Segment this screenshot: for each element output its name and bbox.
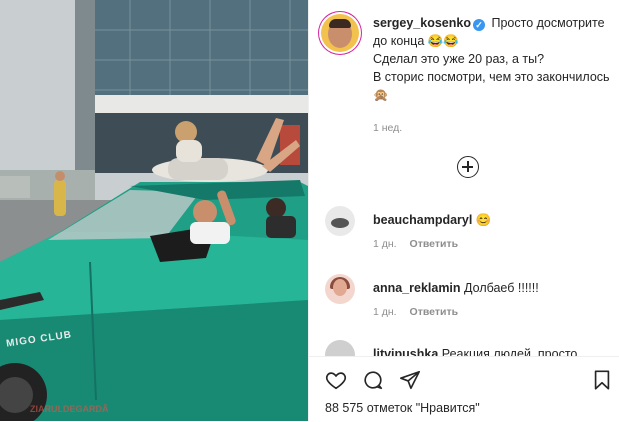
- comment-text: beauchampdaryl 😊: [373, 212, 491, 228]
- add-comments-icon[interactable]: [457, 156, 479, 178]
- author-avatar[interactable]: [321, 14, 359, 52]
- post-time[interactable]: 1 нед.: [373, 122, 402, 134]
- watermark-logo: ZIARULDEGARDĂ: [30, 404, 109, 414]
- comment-time[interactable]: 1 дн.: [373, 238, 397, 250]
- comment-body: Долбаеб !!!!!!: [464, 281, 539, 295]
- reply-button[interactable]: Ответить: [410, 238, 459, 250]
- comment-icon[interactable]: [362, 369, 384, 391]
- likes-count[interactable]: 88 575 отметок "Нравится": [325, 401, 480, 415]
- bookmark-icon[interactable]: [591, 369, 613, 391]
- caption-text: sergey_kosenko ✓ Просто досмотрите до кон…: [373, 14, 611, 104]
- caption-line-3: В сторис посмотри, чем это закончилось 🙊: [373, 70, 610, 102]
- comment-body: 😊: [475, 213, 492, 227]
- comment-meta: 1 дн. Ответить: [373, 306, 458, 318]
- comment-username[interactable]: anna_reklamin: [373, 281, 461, 295]
- verified-icon: ✓: [472, 19, 485, 31]
- caption-line-2: Сделал это уже 20 раз, а ты?: [373, 52, 545, 66]
- comment-text: anna_reklamin Долбаеб !!!!!!: [373, 280, 539, 296]
- action-bar: 88 575 отметок "Нравится": [309, 356, 619, 422]
- reply-button[interactable]: Ответить: [410, 306, 459, 318]
- author-username[interactable]: sergey_kosenko: [373, 16, 471, 30]
- video-frame: [0, 0, 308, 421]
- post-video[interactable]: MIGO CLUB ZIARULDEGARDĂ: [0, 0, 308, 421]
- comment-avatar[interactable]: [325, 206, 355, 236]
- instagram-post: MIGO CLUB ZIARULDEGARDĂ sergey_kosenko ✓ …: [0, 0, 619, 422]
- post-side-panel: sergey_kosenko ✓ Просто досмотрите до кон…: [308, 0, 619, 422]
- share-icon[interactable]: [399, 369, 421, 391]
- comment-time[interactable]: 1 дн.: [373, 306, 397, 318]
- heart-icon[interactable]: [325, 369, 347, 391]
- comment-avatar[interactable]: [325, 274, 355, 304]
- comment-meta: 1 дн. Ответить: [373, 238, 458, 250]
- comment-username[interactable]: beauchampdaryl: [373, 213, 472, 227]
